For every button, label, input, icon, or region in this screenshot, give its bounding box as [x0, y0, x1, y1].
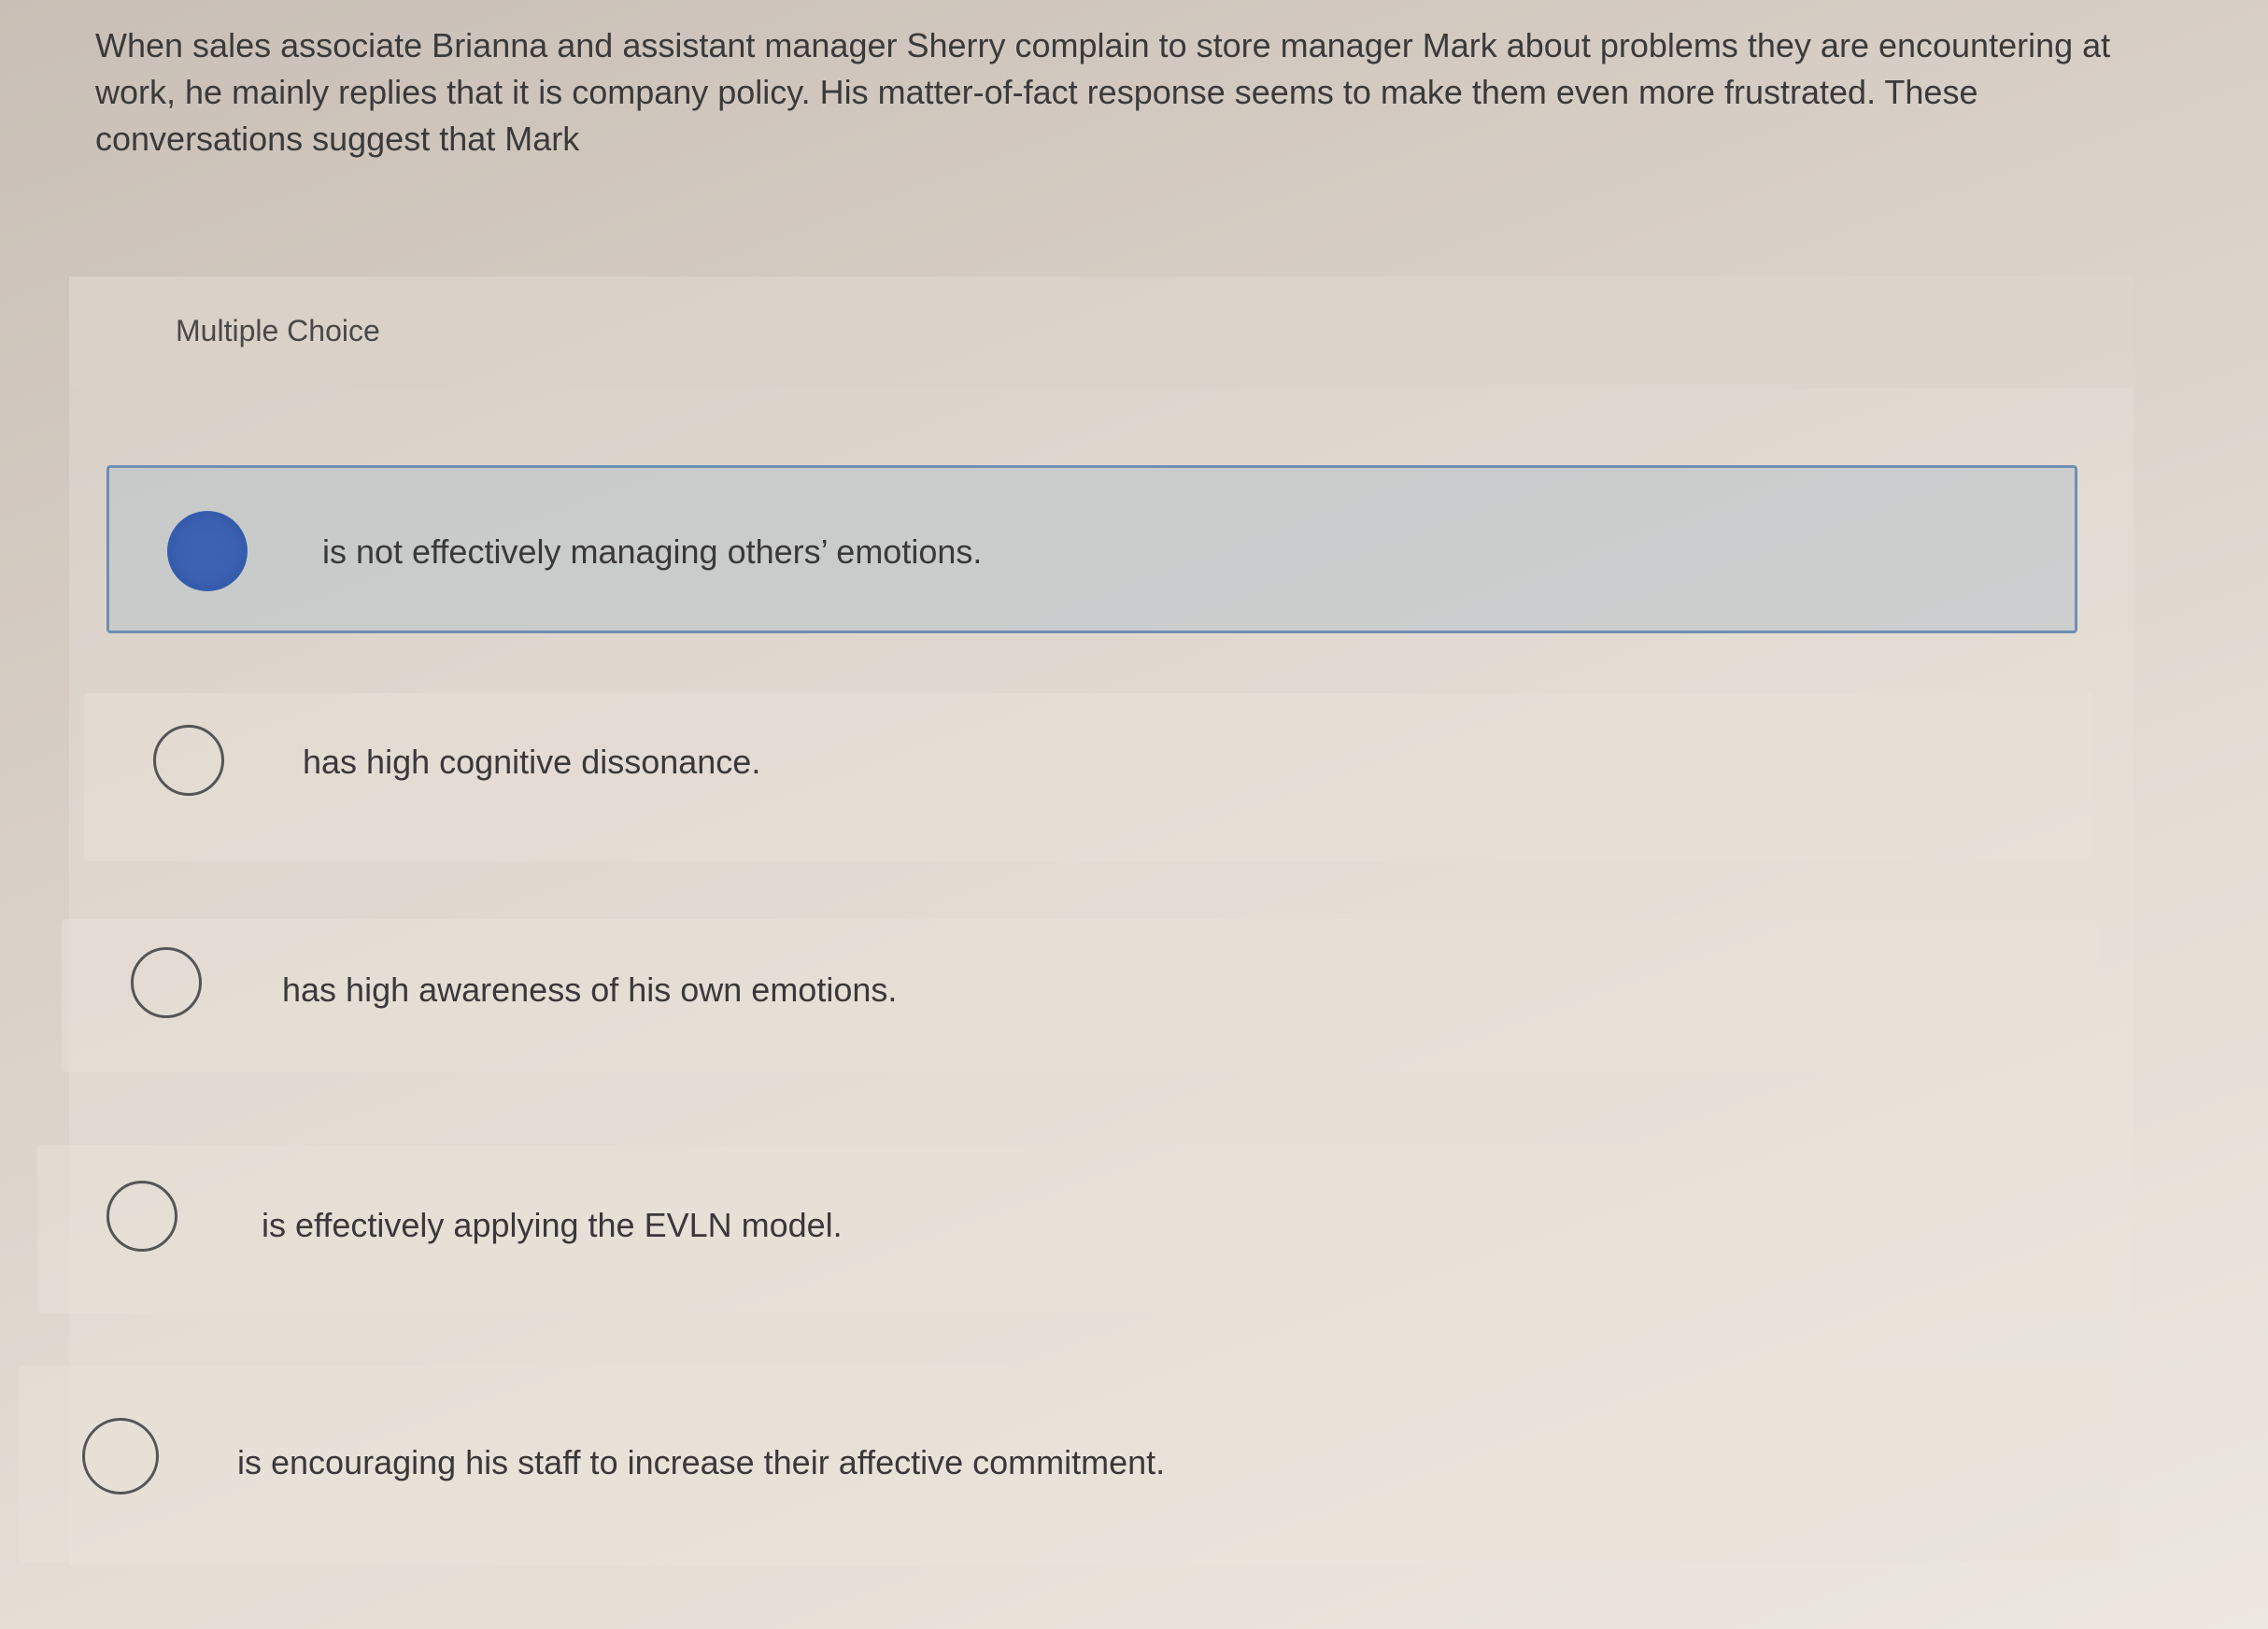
answer-option-2[interactable]: has high cognitive dissonance.	[84, 693, 2092, 861]
answer-option-4[interactable]: is effectively applying the EVLN model.	[37, 1145, 2111, 1313]
answer-option-label: is not effectively managing others’ emot…	[322, 532, 983, 571]
answer-option-label: is effectively applying the EVLN model.	[262, 1206, 843, 1244]
answer-option-label: has high cognitive dissonance.	[303, 743, 761, 781]
answer-option-label: has high awareness of his own emotions.	[282, 970, 898, 1009]
radio-unselected-icon[interactable]	[131, 947, 202, 1018]
answer-option-3[interactable]: has high awareness of his own emotions.	[62, 919, 2098, 1072]
radio-unselected-icon[interactable]	[106, 1181, 177, 1252]
quiz-page: When sales associate Brianna and assista…	[0, 0, 2268, 1629]
question-text: When sales associate Brianna and assista…	[95, 26, 2111, 158]
radio-unselected-icon[interactable]	[153, 725, 224, 796]
radio-unselected-icon[interactable]	[82, 1418, 159, 1494]
answer-option-5[interactable]: is encouraging his staff to increase the…	[19, 1366, 2120, 1562]
answer-option-1[interactable]: is not effectively managing others’ emot…	[106, 465, 2077, 633]
radio-selected-icon[interactable]	[167, 511, 248, 591]
question-type-label: Multiple Choice	[176, 314, 380, 347]
answer-option-label: is encouraging his staff to increase the…	[237, 1443, 1166, 1481]
